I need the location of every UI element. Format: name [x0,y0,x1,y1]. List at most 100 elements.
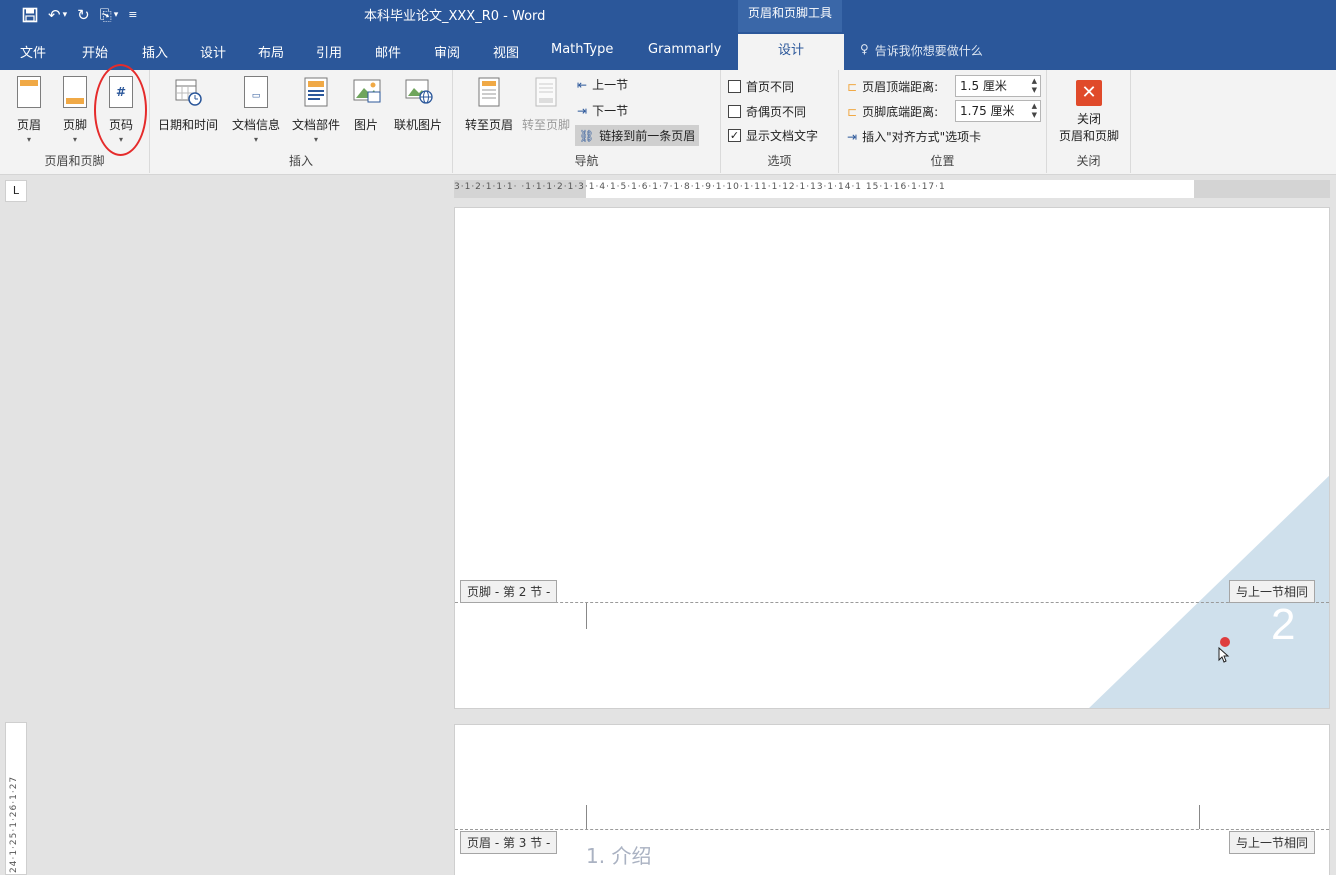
tell-me-box[interactable]: ♀ 告诉我你想要做什么 [860,42,983,59]
tab-review[interactable]: 审阅 [434,42,460,61]
quick-access-toolbar: ↶ ▾ ↻ ⎘ ▾ ≡ [22,4,137,26]
goto-footer-button[interactable]: 转至页脚 [517,76,575,133]
insert-alignment-tab-label: 插入"对齐方式"选项卡 [862,130,982,144]
header-button[interactable]: 页眉 ▾ [6,76,52,144]
footer-icon [63,76,87,108]
page-number-field[interactable]: 2 [1271,600,1295,650]
spinner-arrows-icon[interactable]: ▲ ▼ [1032,77,1037,95]
footer-from-bottom-spinner[interactable]: 1.75 厘米 ▲ ▼ [955,100,1041,122]
header-boundary [455,829,1329,830]
horizontal-ruler[interactable]: 3·1·2·1·1·1· ·1·1·1·2·1·3·1·4·1·5·1·6·1·… [454,180,1330,198]
check-doc-icon[interactable]: ⎘ ▾ [100,4,119,26]
chevron-down-icon: ▾ [26,135,31,144]
datetime-button[interactable]: 日期和时间 [156,76,220,133]
lightbulb-icon: ♀ [860,42,869,56]
chevron-down-icon: ▾ [72,135,77,144]
link-icon: ⛓ [579,128,595,143]
contextual-tab-group-label: 页眉和页脚工具 [738,0,842,32]
datetime-label: 日期和时间 [157,118,218,132]
header-from-top-label: 页眉顶端距离: [862,80,939,94]
tab-view[interactable]: 视图 [493,42,519,61]
same-as-previous-tag: 与上一节相同 [1229,831,1316,854]
checkbox-checked: ✓ [728,129,741,142]
group-label-options: 选项 [767,154,792,168]
alignment-tab-icon: ⇥ [847,129,858,144]
online-picture-button[interactable]: 联机图片 [390,76,446,133]
tab-mathtype[interactable]: MathType [551,42,613,57]
tab-insert[interactable]: 插入 [142,42,168,61]
tab-references[interactable]: 引用 [316,42,342,61]
annotation-circle [94,64,147,156]
heading-introduction: 1. 介绍 [586,844,652,868]
group-label-position: 位置 [930,154,955,168]
ribbon-tabs: 文件 开始 插入 设计 布局 引用 邮件 审阅 视图 MathType Gram… [0,32,1336,70]
insert-alignment-tab-button[interactable]: ⇥ 插入"对齐方式"选项卡 [847,128,981,145]
footer-decoration-triangle [1089,475,1329,708]
tab-header-footer-design[interactable]: 设计 [738,34,844,70]
next-section-icon: ⇥ [577,103,588,118]
tab-selector[interactable]: L [5,180,27,202]
picture-icon [352,76,381,110]
tab-mailings[interactable]: 邮件 [375,42,401,61]
quickparts-button[interactable]: 文档部件 ▾ [288,76,344,144]
header-section-tag: 页眉 - 第 3 节 - [460,831,558,854]
tab-home[interactable]: 开始 [82,42,108,61]
header-from-top-value: 1.5 厘米 [960,79,1007,93]
header-from-top-spinner[interactable]: 1.5 厘米 ▲ ▼ [955,75,1041,97]
customize-qat-icon[interactable]: ≡ [128,4,137,26]
next-section-label: 下一节 [592,104,629,118]
close-label-line1: 关闭 [1076,112,1101,126]
margin-marker [1199,805,1200,829]
group-label-close: 关闭 [1076,154,1101,168]
show-document-text-checkbox[interactable]: ✓ 显示文档文字 [728,127,818,144]
checkbox-unchecked [728,105,741,118]
different-odd-even-checkbox[interactable]: 奇偶页不同 [728,103,806,120]
goto-header-label: 转至页眉 [464,118,513,132]
picture-label: 图片 [353,118,378,132]
group-options: 首页不同 奇偶页不同 ✓ 显示文档文字 选项 [721,70,839,173]
group-position: ⊏ 页眉顶端距离: 1.5 厘米 ▲ ▼ ⊏ 页脚底端距离: 1.75 厘米 ▲ ▼… [839,70,1047,173]
picture-button[interactable]: 图片 [346,76,386,133]
tab-grammarly[interactable]: Grammarly [648,42,721,57]
group-close: ✕ 关闭 页眉和页脚 关闭 [1047,70,1131,173]
header-position-icon: ⊏ [847,79,858,94]
close-header-footer-button[interactable]: ✕ 关闭 页眉和页脚 [1049,80,1129,144]
goto-footer-label: 转至页脚 [521,118,570,132]
footer-section-tag: 页脚 - 第 2 节 - [460,580,558,603]
show-document-text-label: 显示文档文字 [746,129,819,143]
calendar-clock-icon [174,76,202,110]
spinner-arrows-icon[interactable]: ▲ ▼ [1032,102,1037,120]
close-icon: ✕ [1076,80,1102,106]
group-label-insert: 插入 [288,154,313,168]
ribbon: 页眉 ▾ 页脚 ▾ # 页码 ▾ 页眉和页脚 日期和时间 ▭ 文档信息 ▾ 文档… [0,70,1336,175]
page-3[interactable]: 页眉 - 第 3 节 - 与上一节相同 1. 介绍 [454,724,1330,875]
tab-design-doc[interactable]: 设计 [200,42,226,61]
online-picture-icon [404,76,433,110]
group-navigation: 转至页眉 转至页脚 ⇤ 上一节 ⇥ 下一节 ⛓ 链接到前一条页眉 导航 [453,70,721,173]
footer-position-icon: ⊏ [847,104,858,119]
save-icon[interactable] [22,7,38,23]
next-section-button[interactable]: ⇥ 下一节 [577,102,628,119]
footer-button[interactable]: 页脚 ▾ [52,76,98,144]
online-picture-label: 联机图片 [393,118,442,132]
different-odd-even-label: 奇偶页不同 [746,105,807,119]
close-label-line2: 页眉和页脚 [1058,129,1119,143]
page-2[interactable]: 页脚 - 第 2 节 - 与上一节相同 2 [454,207,1330,709]
mouse-cursor-icon [1218,637,1230,663]
undo-icon[interactable]: ↶ ▾ [48,4,67,26]
goto-header-button[interactable]: 转至页眉 [458,76,520,133]
footer-from-bottom-value: 1.75 厘米 [960,104,1015,118]
different-first-page-checkbox[interactable]: 首页不同 [728,78,794,95]
tab-file[interactable]: 文件 [20,42,46,61]
prev-section-button[interactable]: ⇤ 上一节 [577,76,628,93]
tab-layout[interactable]: 布局 [258,42,284,61]
footer-from-bottom-label: 页脚底端距离: [862,105,939,119]
link-to-previous-button[interactable]: ⛓ 链接到前一条页眉 [575,125,700,146]
vertical-ruler-marks: 24·1·25·1·26·1·27 [9,775,19,873]
vertical-ruler[interactable]: 24·1·25·1·26·1·27 [5,722,27,875]
footer-button-label: 页脚 [62,118,87,132]
chevron-down-icon: ▾ [313,135,318,144]
redo-icon[interactable]: ↻ [77,4,90,26]
docinfo-button[interactable]: ▭ 文档信息 ▾ [228,76,284,144]
footer-from-bottom-label-row: ⊏ 页脚底端距离: [847,103,938,120]
